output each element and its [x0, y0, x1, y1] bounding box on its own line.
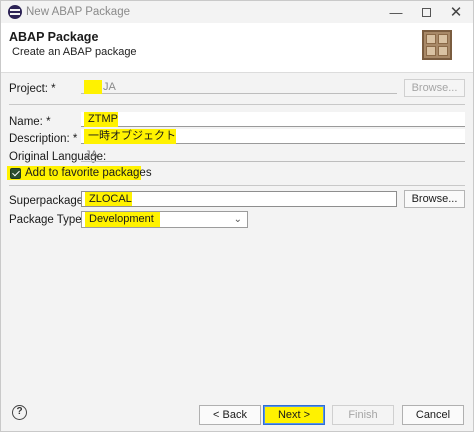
package-type-value: Development — [85, 212, 160, 227]
project-field: JA — [81, 80, 397, 94]
project-browse-button[interactable]: Browse... — [404, 79, 465, 97]
maximize-icon — [421, 7, 431, 17]
minimize-button[interactable]: — — [385, 3, 407, 21]
original-language-value: JA — [85, 149, 98, 161]
finish-button[interactable]: Finish — [332, 405, 394, 425]
description-value: 一時オブジェクト — [84, 129, 176, 144]
wizard-header: ABAP Package Create an ABAP package — [1, 23, 473, 73]
close-button[interactable]: ✕ — [445, 3, 467, 21]
eclipse-app-icon — [8, 5, 22, 19]
description-label: Description: * — [9, 133, 78, 145]
favorites-label: Add to favorite packages — [25, 167, 152, 179]
name-input[interactable]: ZTMP — [81, 112, 465, 127]
maximize-button[interactable] — [415, 3, 437, 21]
separator — [9, 185, 465, 186]
project-label: Project: * — [9, 83, 56, 95]
new-abap-package-dialog: New ABAP Package — ✕ ABAP Package Create… — [0, 0, 474, 432]
page-title: ABAP Package — [9, 30, 99, 44]
superpackage-browse-button[interactable]: Browse... — [404, 190, 465, 208]
separator — [9, 104, 465, 105]
title-bar: New ABAP Package — ✕ — [1, 1, 473, 23]
project-value: JA — [103, 81, 116, 93]
next-button[interactable]: Next > — [263, 405, 325, 425]
chevron-down-icon: ⌄ — [233, 214, 242, 225]
package-type-select[interactable]: Development ⌄ — [81, 211, 248, 228]
package-type-label: Package Type: * — [9, 214, 93, 226]
name-value: ZTMP — [84, 112, 118, 127]
cancel-button[interactable]: Cancel — [402, 405, 464, 425]
superpackage-value: ZLOCAL — [85, 192, 132, 206]
name-label: Name: * — [9, 116, 51, 128]
page-subtitle: Create an ABAP package — [12, 46, 137, 58]
help-icon[interactable]: ? — [12, 405, 27, 420]
superpackage-input[interactable]: ZLOCAL — [81, 191, 397, 207]
superpackage-label: Superpackage: — [9, 195, 87, 207]
original-language-field: JA — [81, 148, 465, 162]
description-input[interactable]: 一時オブジェクト — [81, 129, 465, 144]
favorites-checkbox[interactable] — [10, 168, 21, 179]
package-icon — [422, 30, 452, 60]
back-button[interactable]: < Back — [199, 405, 261, 425]
window-title: New ABAP Package — [26, 6, 130, 18]
